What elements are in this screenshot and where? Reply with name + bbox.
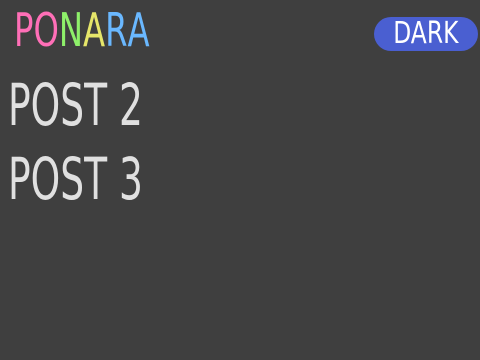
theme-toggle-button[interactable]: DARK	[374, 17, 478, 51]
theme-toggle-label: DARK	[393, 16, 459, 51]
post-link[interactable]: POST 3	[8, 150, 224, 208]
app-logo: PONARA	[14, 3, 150, 57]
post-link[interactable]: POST 2	[8, 76, 224, 134]
logo-letter: A	[127, 3, 150, 57]
logo-letter: N	[58, 3, 84, 57]
logo-letter: A	[83, 3, 106, 57]
logo-letter: R	[105, 3, 128, 57]
post-list: POST 2 POST 3	[8, 76, 308, 224]
logo-letter: P	[14, 3, 34, 57]
logo-letter: O	[33, 3, 59, 57]
